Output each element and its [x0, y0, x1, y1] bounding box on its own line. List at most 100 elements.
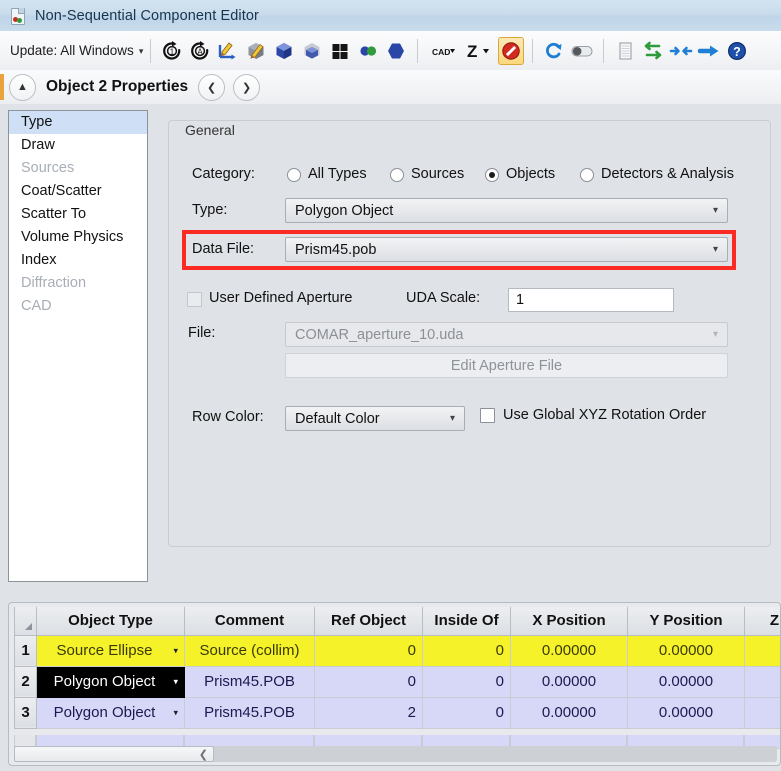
solid-object-icon[interactable] — [271, 37, 297, 65]
column-header-z-position[interactable]: Z — [744, 607, 780, 636]
non-sequential-component-editor-window: Non-Sequential Component Editor Update: … — [0, 0, 781, 771]
cell-inside-of[interactable]: 0 — [422, 634, 511, 667]
column-header-x-position[interactable]: X Position — [510, 607, 628, 636]
cell-comment[interactable]: Source (collim) — [184, 634, 315, 667]
chevron-left-icon: ❮ — [198, 748, 208, 761]
svg-text:?: ? — [734, 45, 742, 59]
right-arrow-icon[interactable] — [696, 37, 722, 65]
row-number[interactable]: 1 — [14, 634, 37, 667]
column-header-ref-object[interactable]: Ref Object — [314, 607, 423, 636]
chevron-left-icon[interactable]: ❮ — [198, 73, 226, 101]
cell-z-position[interactable]: 0 — [744, 634, 780, 667]
table-corner-cell[interactable] — [14, 607, 37, 636]
cell-x-position[interactable]: 0.00000 — [510, 696, 628, 729]
svg-text:CAD: CAD — [432, 47, 450, 57]
table-row[interactable]: 3 Polygon Object ▾ Prism45.POB 2 0 0.0000… — [14, 696, 780, 729]
chevron-down-icon: ▾ — [138, 46, 144, 56]
toggle-switch-icon[interactable] — [569, 37, 595, 65]
ghost-object-icon[interactable] — [299, 37, 325, 65]
row-color-combobox[interactable]: Default Color ▾ — [285, 406, 465, 431]
cell-y-position[interactable]: 0.00000 — [627, 634, 745, 667]
row-number[interactable]: 3 — [14, 696, 37, 729]
polygon-icon[interactable] — [383, 37, 409, 65]
type-combobox-value: Polygon Object — [295, 202, 394, 219]
general-groupbox-legend: General — [180, 122, 240, 138]
properties-panel: Type Draw Sources Coat/Scatter Scatter T… — [0, 104, 781, 596]
update-all-icon[interactable]: A — [187, 37, 213, 65]
svg-text:1: 1 — [170, 47, 175, 56]
cell-y-position[interactable]: 0.00000 — [627, 665, 745, 698]
cell-z-position[interactable]: 10 — [744, 665, 780, 698]
update-mode-button[interactable]: Update: All Windows ▾ — [10, 43, 143, 58]
cell-x-position[interactable]: 0.00000 — [510, 665, 628, 698]
cell-inside-of[interactable]: 0 — [422, 665, 511, 698]
table-row[interactable]: 2 Polygon Object ▾ Prism45.POB 0 0 0.0000… — [14, 665, 780, 698]
radio-all-types-label: All Types — [308, 166, 367, 182]
toolbar-separator — [532, 38, 534, 63]
chevron-up-icon[interactable]: ▲ — [9, 73, 36, 101]
nav-item-volume-physics[interactable]: Volume Physics — [9, 226, 147, 249]
uda-scale-input[interactable]: 1 — [508, 288, 674, 312]
chevron-down-icon: ▾ — [712, 329, 718, 340]
swap-arrows-icon[interactable] — [640, 37, 666, 65]
toolbar-separator — [150, 38, 152, 63]
column-header-y-position[interactable]: Y Position — [627, 607, 745, 636]
cell-comment[interactable]: Prism45.POB — [184, 665, 315, 698]
nav-item-cad: CAD — [21, 298, 52, 314]
radio-detectors-analysis-label: Detectors & Analysis — [601, 166, 734, 182]
grid-view-icon[interactable] — [327, 37, 353, 65]
cell-object-type[interactable]: Polygon Object ▾ — [36, 696, 185, 729]
nav-item-scatter-to[interactable]: Scatter To — [9, 203, 147, 226]
radio-sources[interactable] — [390, 168, 404, 182]
cell-z-position[interactable]: 20 — [744, 696, 780, 729]
radio-all-types[interactable] — [287, 168, 301, 182]
user-defined-aperture-checkbox[interactable] — [187, 292, 202, 307]
nav-item-type[interactable]: Type — [9, 111, 147, 134]
chevron-right-icon[interactable]: ❯ — [233, 73, 261, 101]
svg-text:A: A — [198, 47, 204, 56]
cell-object-type[interactable]: Source Ellipse ▾ — [36, 634, 185, 667]
chevron-down-icon: ▾ — [449, 413, 455, 424]
nav-item-draw[interactable]: Draw — [9, 134, 147, 157]
nav-item-sources: Sources — [21, 160, 75, 176]
column-header-inside-of[interactable]: Inside Of — [422, 607, 511, 636]
collapse-arrows-icon[interactable] — [668, 37, 694, 65]
two-dots-icon[interactable] — [355, 37, 381, 65]
cell-x-position[interactable]: 0.00000 — [510, 634, 628, 667]
no-entry-icon[interactable] — [498, 36, 525, 65]
cell-object-type[interactable]: Polygon Object ▾ — [36, 665, 185, 698]
radio-detectors-analysis[interactable] — [580, 168, 594, 182]
aperture-file-combobox: COMAR_aperture_10.uda ▾ — [285, 322, 728, 347]
nav-item-index[interactable]: Index — [9, 249, 147, 272]
cell-ref-object[interactable]: 2 — [314, 696, 423, 729]
column-header-comment[interactable]: Comment — [184, 607, 315, 636]
property-category-list[interactable]: Type Draw Sources Coat/Scatter Scatter T… — [8, 110, 148, 582]
update-mode-label: Update: All Windows — [10, 43, 134, 58]
table-row[interactable]: 1 Source Ellipse ▾ Source (collim) 0 0 0.… — [14, 634, 780, 667]
help-icon[interactable]: ? — [724, 37, 750, 65]
object-edit-icon[interactable] — [243, 37, 269, 65]
table-horizontal-scrollbar-thumb[interactable]: ❮ — [14, 746, 214, 762]
table-horizontal-scrollbar[interactable]: ❮ — [14, 746, 777, 762]
page-icon[interactable] — [612, 37, 638, 65]
rotate-icon[interactable] — [541, 37, 567, 65]
use-global-xyz-rotation-order-checkbox[interactable] — [480, 408, 495, 423]
type-combobox[interactable]: Polygon Object ▾ — [285, 198, 728, 223]
chevron-down-icon: ▾ — [712, 205, 718, 216]
cell-y-position[interactable]: 0.00000 — [627, 696, 745, 729]
update-1-icon[interactable]: 1 — [159, 37, 185, 65]
cell-ref-object[interactable]: 0 — [314, 665, 423, 698]
data-file-combobox[interactable]: Prism45.pob ▾ — [285, 237, 728, 262]
nav-item-coat-scatter[interactable]: Coat/Scatter — [9, 180, 147, 203]
edit-draw-icon[interactable] — [215, 37, 241, 65]
cell-inside-of[interactable]: 0 — [422, 696, 511, 729]
active-tab-marker — [0, 74, 4, 100]
z-axis-icon[interactable]: Z — [462, 37, 496, 65]
radio-objects[interactable] — [485, 168, 499, 182]
column-header-object-type[interactable]: Object Type — [36, 607, 185, 636]
cell-ref-object[interactable]: 0 — [314, 634, 423, 667]
object-table: Object Type Comment Ref Object Inside Of… — [14, 607, 780, 729]
cell-comment[interactable]: Prism45.POB — [184, 696, 315, 729]
cad-menu-icon[interactable]: CAD — [426, 37, 460, 65]
row-number[interactable]: 2 — [14, 665, 37, 698]
